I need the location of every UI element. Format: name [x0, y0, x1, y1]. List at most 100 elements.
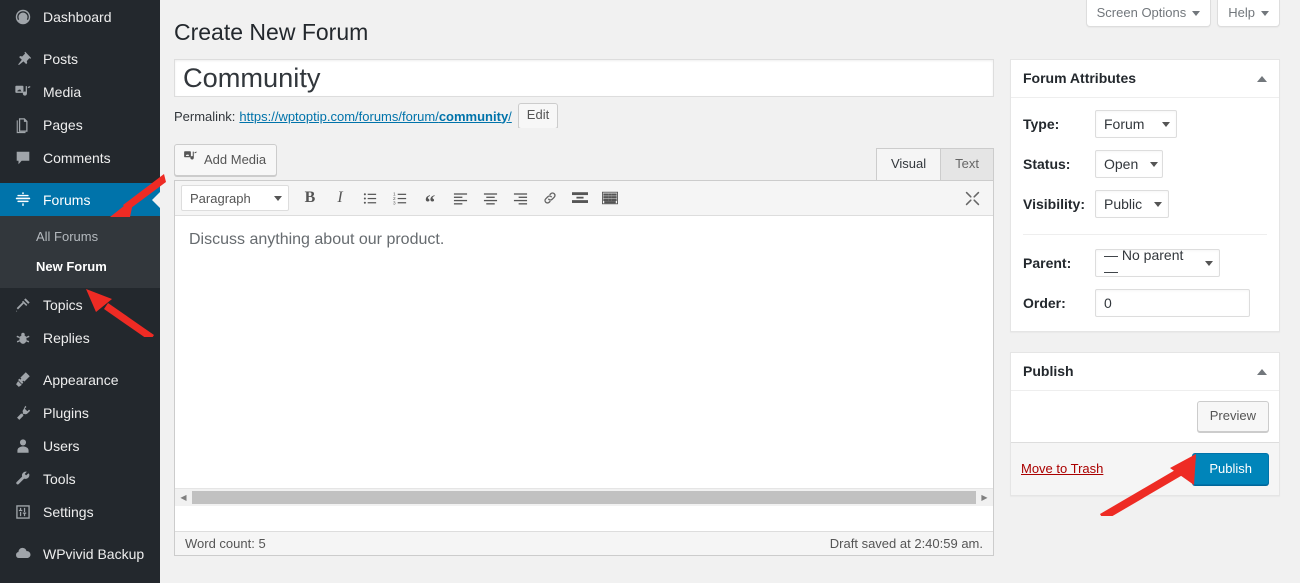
main-content-area: Screen Options Help Create New Forum Per…: [160, 0, 1300, 583]
word-count: Word count: 5: [185, 536, 266, 551]
link-icon[interactable]: [536, 185, 564, 211]
sidebar-item-plugins[interactable]: Plugins: [0, 396, 160, 429]
replies-icon: [12, 328, 34, 348]
admin-sidebar-menu[interactable]: Dashboard Posts Media Pages Comments For…: [0, 0, 160, 583]
format-select-label: Paragraph: [190, 190, 251, 206]
editor-content-area[interactable]: Discuss anything about our product.: [175, 216, 993, 488]
page-title: Create New Forum: [174, 19, 369, 45]
bold-icon[interactable]: B: [296, 185, 324, 211]
parent-select[interactable]: — No parent —: [1095, 247, 1220, 279]
publish-button[interactable]: Publish: [1192, 452, 1269, 485]
post-title-input[interactable]: [174, 59, 994, 97]
pages-icon: [12, 115, 34, 135]
visibility-select[interactable]: Public: [1095, 190, 1169, 218]
sidebar-item-forums[interactable]: Forums: [0, 183, 160, 216]
forum-attributes-header[interactable]: Forum Attributes: [1011, 60, 1279, 98]
submenu-item-new-forum[interactable]: New Forum: [0, 252, 160, 282]
screen-meta-links: Screen Options Help: [1085, 0, 1280, 27]
editor-resize-area[interactable]: [175, 505, 993, 531]
chevron-down-icon: [1261, 11, 1269, 16]
screen-options-label: Screen Options: [1096, 5, 1187, 20]
sidebar-item-wpvivid-backup[interactable]: WPvivid Backup: [0, 537, 160, 570]
sidebar-item-label: Plugins: [43, 404, 89, 421]
chevron-down-icon: [274, 195, 282, 201]
sidebar-item-dashboard[interactable]: Dashboard: [0, 0, 160, 33]
menu-separator: [0, 174, 160, 183]
sidebar-item-label: Replies: [43, 329, 90, 346]
numbered-list-icon[interactable]: 123: [386, 185, 414, 211]
submenu-item-label: New Forum: [36, 259, 107, 275]
settings-icon: [12, 502, 34, 522]
help-button[interactable]: Help: [1217, 0, 1280, 27]
publish-box-title: Publish: [1023, 362, 1074, 379]
preview-button[interactable]: Preview: [1196, 401, 1269, 432]
sidebar-item-posts[interactable]: Posts: [0, 42, 160, 75]
add-media-label: Add Media: [204, 151, 267, 167]
read-more-icon[interactable]: [566, 185, 594, 211]
parent-row: Parent: — No parent —: [1023, 247, 1267, 279]
sidebar-item-topics[interactable]: Topics: [0, 288, 160, 321]
screen-options-button[interactable]: Screen Options: [1085, 0, 1212, 27]
autosave-info: Draft saved at 2:40:59 am.: [829, 536, 983, 551]
align-center-icon[interactable]: [476, 185, 504, 211]
sidebar-item-media[interactable]: Media: [0, 75, 160, 108]
align-left-icon[interactable]: [446, 185, 474, 211]
sidebar-item-appearance[interactable]: Appearance: [0, 363, 160, 396]
tab-text[interactable]: Text: [940, 147, 994, 180]
sidebar-item-settings[interactable]: Settings: [0, 495, 160, 528]
cloud-icon: [12, 544, 34, 564]
distraction-free-icon[interactable]: [958, 185, 986, 211]
scrollbar-track[interactable]: [192, 488, 976, 506]
permalink-slug: community: [438, 108, 509, 124]
submenu-item-label: All Forums: [36, 229, 99, 244]
sidebar-item-pages[interactable]: Pages: [0, 108, 160, 141]
sidebar-item-replies[interactable]: Replies: [0, 321, 160, 354]
tab-visual[interactable]: Visual: [875, 147, 942, 180]
publish-box-header[interactable]: Publish: [1011, 353, 1279, 391]
permalink-url-suffix: /: [508, 108, 512, 124]
italic-icon[interactable]: I: [326, 185, 354, 211]
dashboard-icon: [12, 7, 34, 27]
order-input[interactable]: [1095, 289, 1250, 317]
publish-box: Publish Preview Move to Trash Publish: [1010, 352, 1280, 496]
editor-horizontal-scrollbar[interactable]: ◀ ▶: [175, 488, 993, 506]
chevron-up-icon[interactable]: [1257, 75, 1267, 82]
move-to-trash-link[interactable]: Move to Trash: [1021, 461, 1103, 476]
sidebar-item-users[interactable]: Users: [0, 429, 160, 462]
visibility-row: Visibility: Public: [1023, 190, 1267, 218]
chevron-down-icon: [1162, 121, 1170, 127]
chevron-up-icon[interactable]: [1257, 368, 1267, 375]
status-row: Status: Open: [1023, 150, 1267, 178]
menu-separator: [0, 354, 160, 363]
parent-value: — No parent —: [1104, 247, 1184, 279]
sidebar-item-label: Forums: [43, 191, 91, 208]
appearance-icon: [12, 370, 34, 390]
sidebar-item-comments[interactable]: Comments: [0, 141, 160, 174]
status-value: Open: [1104, 156, 1139, 172]
sidebar-item-tools[interactable]: Tools: [0, 462, 160, 495]
scrollbar-thumb[interactable]: [192, 490, 976, 504]
order-row: Order:: [1023, 289, 1267, 317]
scroll-left-arrow-icon[interactable]: ◀: [175, 488, 192, 506]
align-right-icon[interactable]: [506, 185, 534, 211]
editor-toolbar[interactable]: Paragraph B I 123 “: [175, 181, 993, 216]
permalink-link[interactable]: https://wptoptip.com/forums/forum/commun…: [239, 109, 511, 124]
sidebar-item-label: Pages: [43, 116, 83, 133]
type-select[interactable]: Forum: [1095, 110, 1177, 138]
toolbar-toggle-icon[interactable]: [596, 185, 624, 211]
help-label: Help: [1228, 5, 1255, 20]
parent-label: Parent:: [1023, 255, 1072, 271]
editor-mode-tabs[interactable]: Visual Text: [875, 147, 994, 180]
publish-major-actions: Move to Trash Publish: [1011, 442, 1279, 495]
edit-permalink-button[interactable]: Edit: [517, 103, 559, 129]
forums-submenu[interactable]: All Forums New Forum: [0, 216, 160, 289]
scroll-right-arrow-icon[interactable]: ▶: [976, 488, 993, 506]
paragraph-format-select[interactable]: Paragraph: [181, 185, 289, 211]
submenu-item-all-forums[interactable]: All Forums: [0, 222, 160, 252]
editor-tools: Add Media Visual Text: [174, 128, 994, 180]
blockquote-icon[interactable]: “: [416, 185, 444, 212]
add-media-button[interactable]: Add Media: [174, 144, 278, 176]
bulleted-list-icon[interactable]: [356, 185, 384, 211]
status-select[interactable]: Open: [1095, 150, 1163, 178]
chevron-down-icon: [1150, 161, 1159, 167]
